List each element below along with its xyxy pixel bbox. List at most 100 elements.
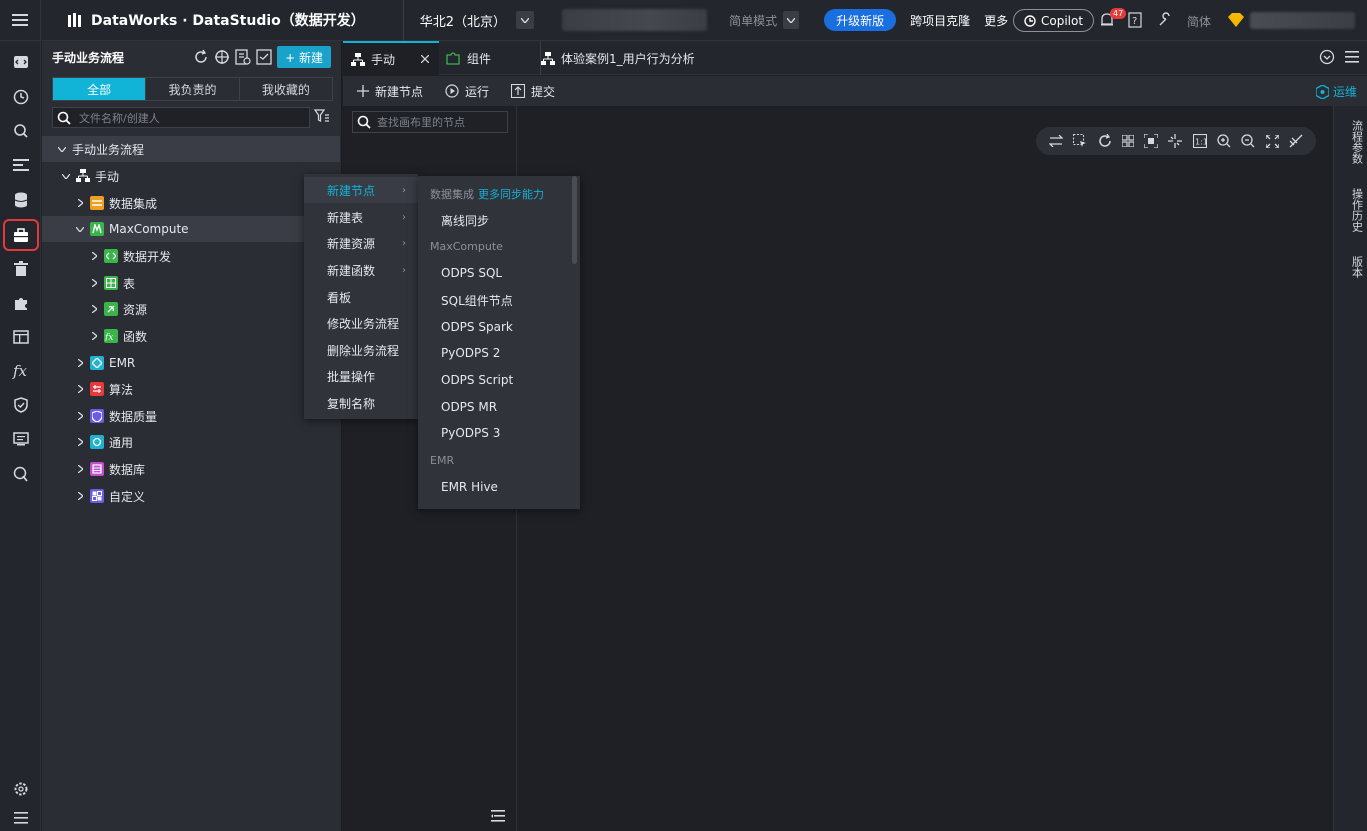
refresh-icon[interactable] (1098, 134, 1112, 148)
user-account[interactable] (1250, 12, 1355, 29)
settings-icon[interactable] (0, 776, 41, 802)
tree-search-input[interactable]: 文件名称/创建人 (52, 107, 310, 128)
board-icon[interactable] (256, 49, 272, 65)
refresh-icon[interactable] (193, 49, 209, 65)
language-switch[interactable]: 简体 (1187, 13, 1211, 30)
trash-icon[interactable] (0, 256, 41, 282)
chevron-down-icon[interactable] (56, 146, 68, 152)
cross-project-clone-link[interactable]: 跨项目克隆 (910, 12, 970, 29)
menu-item-batch[interactable]: 批量操作 (304, 363, 418, 389)
menu-item-copy-name[interactable]: 复制名称 (304, 390, 418, 416)
menu-item-board[interactable]: 看板 (304, 284, 418, 310)
chevron-right-icon[interactable] (74, 465, 86, 473)
tab-manual[interactable]: 手动 (343, 41, 439, 75)
tree-row-manual[interactable]: 手动 (42, 163, 340, 189)
tree-row-function[interactable]: fx 函数 (42, 323, 340, 349)
data-development-icon[interactable] (0, 49, 41, 75)
chevron-right-icon[interactable] (88, 305, 100, 313)
mode-selector[interactable]: 简单模式 (729, 11, 800, 29)
tree-row-table[interactable]: 表 (42, 270, 340, 296)
history-tab[interactable]: 操作历史 (1334, 188, 1367, 232)
app-brand[interactable]: DataWorks · DataStudio（数据开发） (67, 10, 365, 30)
filter-icon[interactable] (314, 109, 330, 123)
tree-row-data-dev[interactable]: 数据开发 (42, 243, 340, 269)
tree-row-data-integration[interactable]: 数据集成 (42, 190, 340, 216)
collapse-icon[interactable] (0, 805, 41, 831)
toolbox-icon[interactable] (0, 219, 41, 251)
tree-row-root[interactable]: 手动业务流程 (42, 136, 340, 162)
tab-case[interactable]: 体验案例1_用户行为分析 (540, 41, 710, 75)
search-icon[interactable] (0, 118, 41, 144)
canvas-search-input[interactable]: 查找画布里的节点 (352, 111, 508, 133)
menu-item-new-node[interactable]: 新建节点 › (304, 177, 418, 203)
tree-row-database[interactable]: 数据库 (42, 456, 340, 482)
actual-size-icon[interactable]: 1:1 (1192, 134, 1207, 148)
submenu-item-offline-sync[interactable]: 离线同步 (418, 207, 568, 233)
chevron-right-icon[interactable] (74, 492, 86, 500)
wrench-icon[interactable] (1157, 12, 1173, 28)
submenu-item[interactable]: ODPS Spark (418, 314, 568, 340)
submenu-item[interactable]: PyODPS 2 (418, 340, 568, 366)
tree-row-resource[interactable]: 资源 (42, 296, 340, 322)
select-icon[interactable] (1073, 134, 1087, 148)
diamond-icon[interactable] (1228, 13, 1244, 27)
tree-row-algorithm[interactable]: 算法 (42, 376, 340, 402)
function-icon[interactable]: fx (0, 358, 41, 384)
submenu-item[interactable]: ODPS Script (418, 367, 568, 393)
menu-item-delete-workflow[interactable]: 删除业务流程 (304, 337, 418, 363)
chevron-down-icon[interactable] (74, 226, 86, 232)
new-node-button[interactable]: 新建节点 (357, 83, 423, 100)
monitor-icon[interactable] (0, 426, 41, 452)
chevron-down-icon[interactable] (516, 11, 535, 29)
region-selector[interactable]: 华北2（北京） (402, 0, 535, 41)
locate-icon[interactable] (214, 49, 230, 65)
shield-icon[interactable] (0, 392, 41, 418)
submenu-item[interactable]: EMR Hive (418, 474, 568, 500)
zoom-in-icon[interactable] (1217, 134, 1231, 148)
upgrade-button[interactable]: 升级新版 (824, 9, 897, 31)
fit-icon[interactable] (1144, 134, 1159, 148)
chevron-down-icon[interactable] (783, 11, 800, 29)
workflow-params-tab[interactable]: 流程参数 (1334, 120, 1367, 164)
run-button[interactable]: 运行 (445, 83, 489, 100)
menu-item-new-function[interactable]: 新建函数 › (304, 257, 418, 283)
tree-row-custom[interactable]: 自定义 (42, 483, 340, 509)
chevron-right-icon[interactable] (88, 332, 100, 340)
clock-icon[interactable] (0, 84, 41, 110)
chevron-right-icon[interactable] (74, 385, 86, 393)
tab-component[interactable]: 组件 (445, 41, 525, 75)
chevron-right-icon[interactable] (74, 412, 86, 420)
copilot-button[interactable]: Copilot (1013, 9, 1095, 32)
menu-item-new-resource[interactable]: 新建资源 › (304, 230, 418, 256)
tree-row-data-quality[interactable]: 数据质量 (42, 403, 340, 429)
version-tab[interactable]: 版本 (1334, 256, 1367, 278)
tree-row-general[interactable]: 通用 (42, 429, 340, 455)
chevron-right-icon[interactable] (74, 199, 86, 207)
chevron-down-icon[interactable] (60, 173, 72, 179)
database-icon[interactable] (0, 187, 41, 213)
fullscreen-icon[interactable] (1265, 134, 1279, 148)
import-icon[interactable] (235, 49, 251, 65)
help-icon[interactable]: ? (1128, 12, 1142, 28)
chevron-right-icon[interactable] (74, 438, 86, 446)
submit-button[interactable]: 提交 (511, 83, 555, 100)
list-icon[interactable] (0, 152, 41, 178)
submenu-item[interactable]: PyODPS 3 (418, 420, 568, 446)
filter-favorites[interactable]: 我收藏的 (240, 78, 332, 100)
submenu-item[interactable]: SQL组件节点 (418, 287, 568, 313)
close-icon[interactable] (421, 55, 429, 63)
workspace-selector[interactable] (562, 9, 708, 31)
swap-icon[interactable] (1049, 135, 1064, 147)
tree-row-emr[interactable]: EMR (42, 350, 340, 376)
tree-row-maxcompute[interactable]: MaxCompute (42, 216, 340, 242)
menu-item-edit-workflow[interactable]: 修改业务流程 (304, 310, 418, 336)
more-link[interactable]: 更多 (984, 12, 1008, 29)
more-sync-link[interactable]: 更多同步能力 (478, 188, 544, 201)
chevron-circle-icon[interactable] (1319, 49, 1335, 65)
collapse-panel-icon[interactable] (491, 810, 505, 822)
grid-icon[interactable] (1121, 135, 1134, 147)
chevron-right-icon[interactable] (88, 252, 100, 260)
filter-mine[interactable]: 我负责的 (146, 78, 240, 100)
ops-link[interactable]: 运维 (1315, 83, 1357, 100)
menu-icon[interactable] (1345, 49, 1359, 65)
